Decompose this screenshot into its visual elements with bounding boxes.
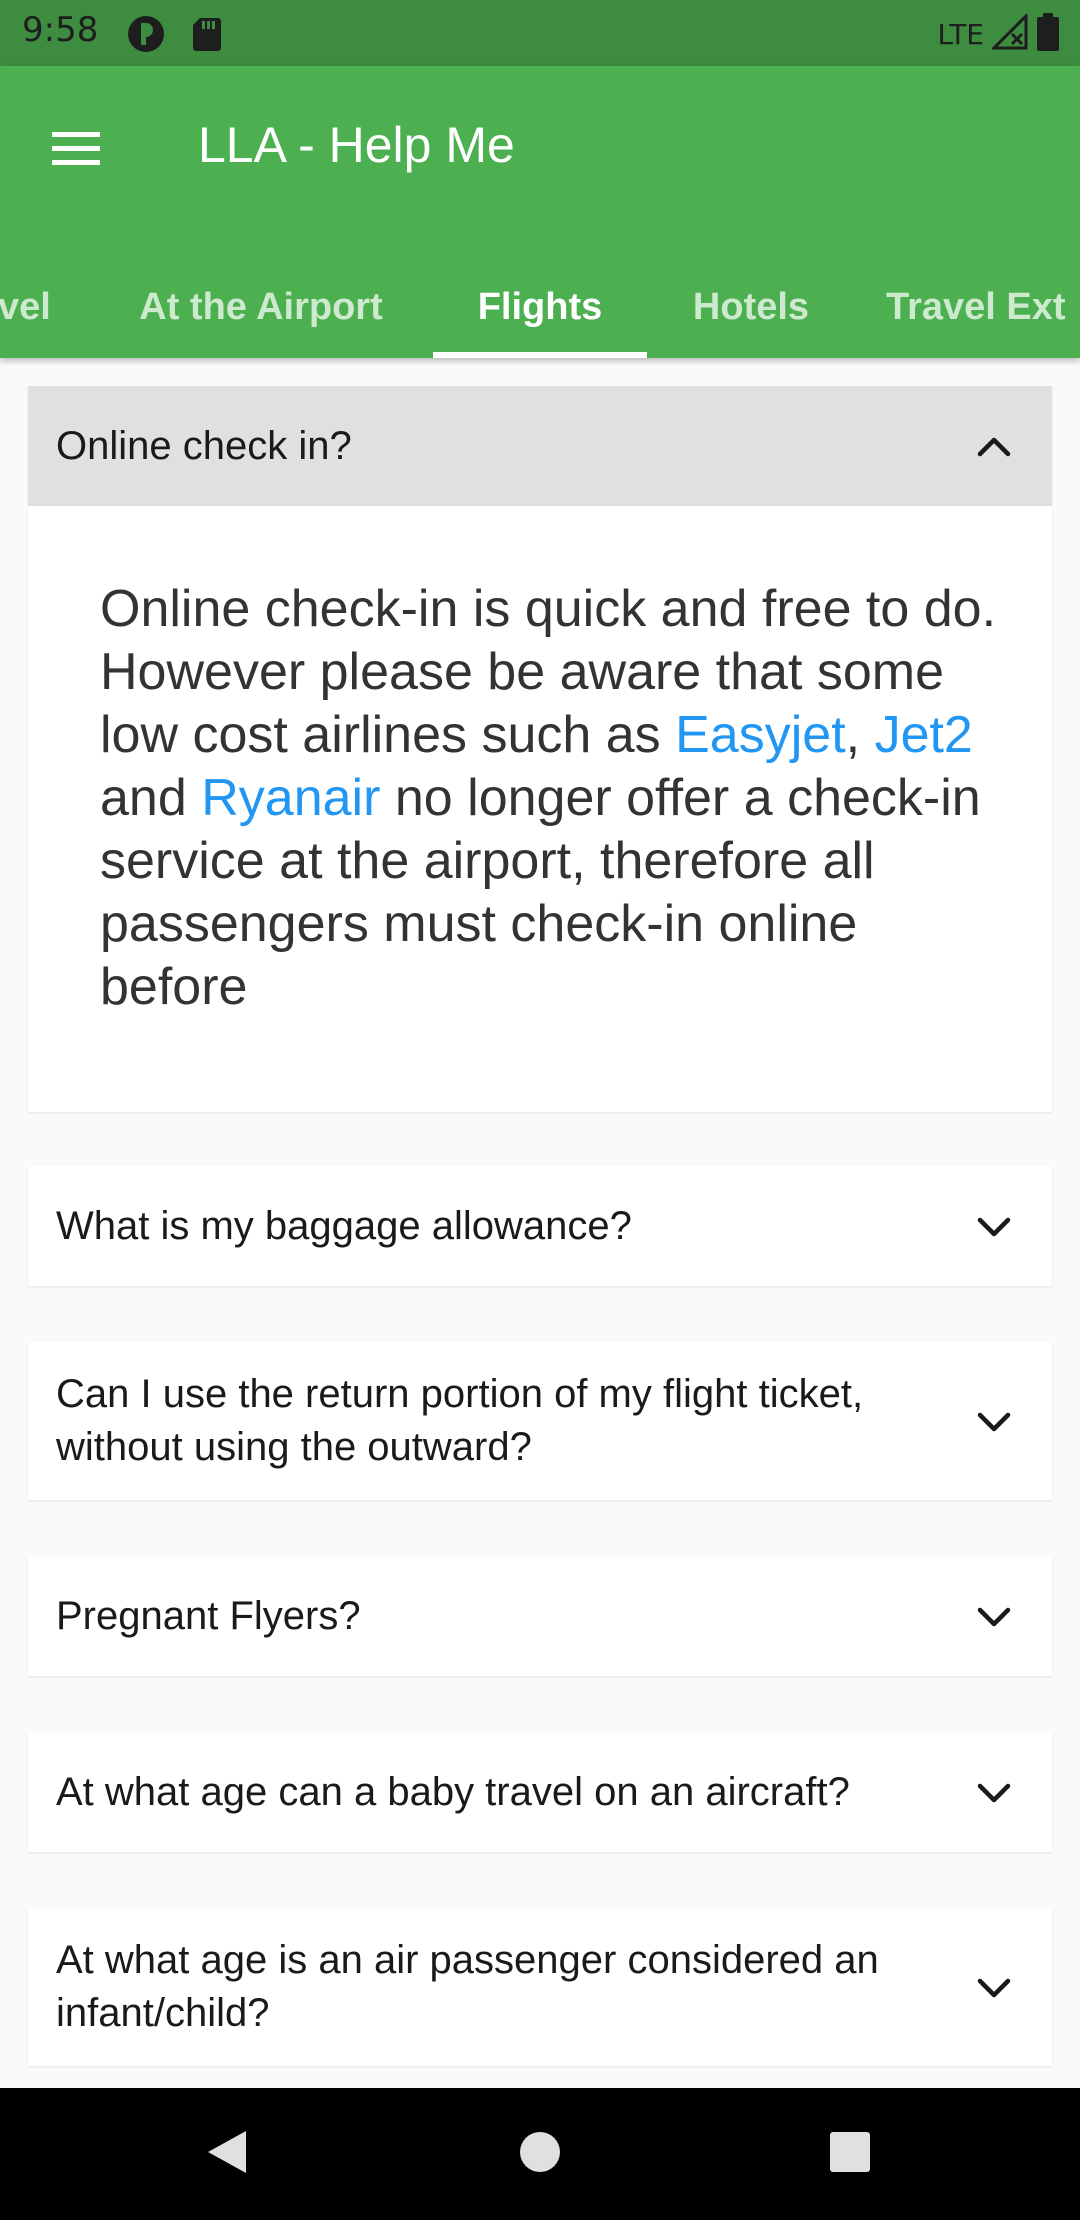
answer-text: , xyxy=(845,706,875,764)
faq-header[interactable]: At what age is an air passenger consider… xyxy=(28,1908,1052,2066)
faq-header[interactable]: At what age can a baby travel on an airc… xyxy=(28,1732,1052,1852)
faq-header[interactable]: Can I use the return portion of my fligh… xyxy=(28,1342,1052,1500)
page-title: LLA - Help Me xyxy=(198,117,515,173)
tab-at-the-airport[interactable]: At the Airport xyxy=(110,256,412,358)
status-time: 9:58 xyxy=(22,10,99,50)
recents-button[interactable] xyxy=(820,2124,880,2184)
home-icon xyxy=(518,2130,562,2179)
faq-question: At what age is an air passenger consider… xyxy=(56,1938,879,2035)
home-button[interactable] xyxy=(510,2124,570,2184)
faq-answer: Online check-in is quick and free to do.… xyxy=(100,578,1000,1019)
faq-item[interactable]: Can I use the return portion of my fligh… xyxy=(28,1342,1052,1500)
faq-item[interactable]: What is my baggage allowance? xyxy=(28,1166,1052,1286)
menu-button[interactable] xyxy=(34,108,118,192)
tab-label: Flights xyxy=(477,285,603,328)
jet2-link[interactable]: Jet2 xyxy=(875,706,973,764)
status-bar: 9:58 LTE xyxy=(0,0,1080,66)
easyjet-link[interactable]: Easyjet xyxy=(675,706,846,764)
ryanair-link[interactable]: Ryanair xyxy=(201,769,380,827)
tab-label: vel xyxy=(0,285,51,328)
recents-icon xyxy=(828,2130,872,2179)
faq-item[interactable]: At what age is an air passenger consider… xyxy=(28,1908,1052,2066)
faq-question: Pregnant Flyers? xyxy=(56,1593,361,1638)
tab-travel-extras[interactable]: Travel Ext xyxy=(886,256,1080,358)
faq-header[interactable]: Online check in? xyxy=(28,386,1052,506)
chevron-down-icon[interactable] xyxy=(966,1198,1022,1254)
app-bar: LLA - Help Me vel At the Airport Flights… xyxy=(0,66,1080,358)
tab-bar: vel At the Airport Flights Hotels Travel… xyxy=(0,256,1080,358)
faq-item-expanded: Online check in? Online check-in is quic… xyxy=(28,386,1052,1112)
answer-text: Online check-in is quick and free to do. xyxy=(100,580,997,638)
faq-question: At what age can a baby travel on an airc… xyxy=(56,1769,850,1814)
faq-item[interactable]: At what age can a baby travel on an airc… xyxy=(28,1732,1052,1852)
tab-flights[interactable]: Flights xyxy=(433,256,647,358)
chevron-up-icon[interactable] xyxy=(966,418,1022,474)
chevron-down-icon[interactable] xyxy=(966,1588,1022,1644)
back-button[interactable] xyxy=(196,2124,256,2184)
data-saver-icon xyxy=(126,14,166,59)
system-nav-bar xyxy=(0,2088,1080,2220)
faq-question: Online check in? xyxy=(56,423,352,468)
hamburger-menu-icon xyxy=(50,128,102,173)
chevron-down-icon[interactable] xyxy=(966,1393,1022,1449)
faq-item[interactable]: Pregnant Flyers? xyxy=(28,1556,1052,1676)
tab-label: At the Airport xyxy=(139,285,383,328)
signal-icon xyxy=(990,12,1028,55)
faq-question: What is my baggage allowance? xyxy=(56,1203,632,1248)
tab-label: Travel Ext xyxy=(886,285,1066,328)
battery-icon xyxy=(1036,12,1060,57)
tab-travel[interactable]: vel xyxy=(0,256,51,358)
back-icon xyxy=(202,2127,250,2182)
sd-card-icon xyxy=(192,16,222,57)
answer-text: and xyxy=(100,769,202,827)
chevron-down-icon[interactable] xyxy=(966,1764,1022,1820)
faq-question: Can I use the return portion of my fligh… xyxy=(56,1372,864,1469)
tab-hotels[interactable]: Hotels xyxy=(665,256,837,358)
faq-header[interactable]: What is my baggage allowance? xyxy=(28,1166,1052,1286)
faq-list: Online check in? Online check-in is quic… xyxy=(0,358,1080,2088)
chevron-down-icon[interactable] xyxy=(966,1959,1022,2015)
network-type: LTE xyxy=(937,18,984,51)
faq-header[interactable]: Pregnant Flyers? xyxy=(28,1556,1052,1676)
tab-label: Hotels xyxy=(692,285,810,328)
